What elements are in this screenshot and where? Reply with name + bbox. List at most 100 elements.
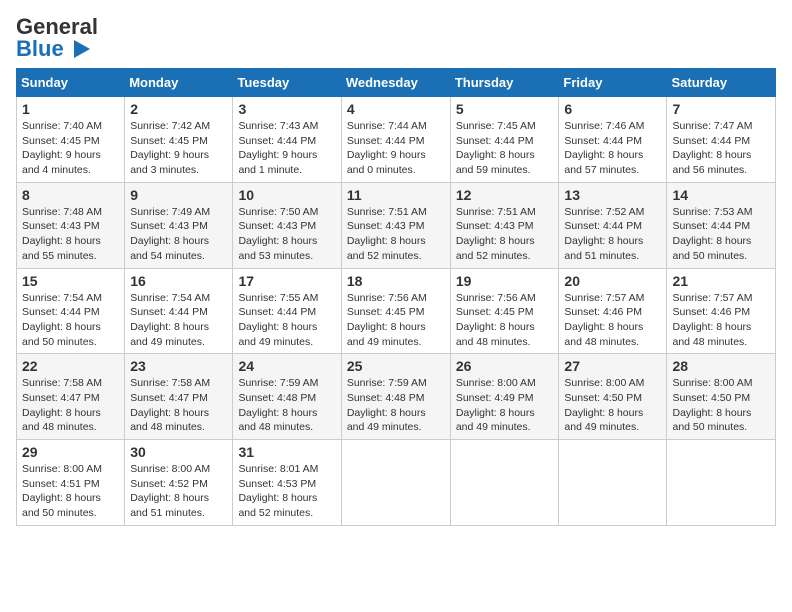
- day-info: Sunrise: 7:50 AMSunset: 4:43 PMDaylight:…: [238, 206, 318, 262]
- calendar-cell: 22 Sunrise: 7:58 AMSunset: 4:47 PMDaylig…: [17, 354, 125, 440]
- day-info: Sunrise: 7:58 AMSunset: 4:47 PMDaylight:…: [22, 377, 102, 433]
- day-info: Sunrise: 7:54 AMSunset: 4:44 PMDaylight:…: [130, 292, 210, 348]
- calendar-cell: 15 Sunrise: 7:54 AMSunset: 4:44 PMDaylig…: [17, 268, 125, 354]
- calendar-cell: 18 Sunrise: 7:56 AMSunset: 4:45 PMDaylig…: [341, 268, 450, 354]
- calendar-cell: 13 Sunrise: 7:52 AMSunset: 4:44 PMDaylig…: [559, 182, 667, 268]
- calendar-cell: 30 Sunrise: 8:00 AMSunset: 4:52 PMDaylig…: [125, 440, 233, 526]
- logo-arrow-icon: [64, 38, 92, 60]
- day-number: 28: [672, 358, 770, 374]
- day-info: Sunrise: 7:51 AMSunset: 4:43 PMDaylight:…: [456, 206, 536, 262]
- calendar-cell: 2 Sunrise: 7:42 AMSunset: 4:45 PMDayligh…: [125, 97, 233, 183]
- day-info: Sunrise: 7:49 AMSunset: 4:43 PMDaylight:…: [130, 206, 210, 262]
- day-info: Sunrise: 8:00 AMSunset: 4:52 PMDaylight:…: [130, 463, 210, 519]
- day-info: Sunrise: 7:42 AMSunset: 4:45 PMDaylight:…: [130, 120, 210, 176]
- day-number: 26: [456, 358, 554, 374]
- calendar-cell: 20 Sunrise: 7:57 AMSunset: 4:46 PMDaylig…: [559, 268, 667, 354]
- weekday-header: Friday: [559, 69, 667, 97]
- day-info: Sunrise: 7:52 AMSunset: 4:44 PMDaylight:…: [564, 206, 644, 262]
- weekday-header: Thursday: [450, 69, 559, 97]
- day-number: 16: [130, 273, 227, 289]
- calendar-cell: 5 Sunrise: 7:45 AMSunset: 4:44 PMDayligh…: [450, 97, 559, 183]
- day-number: 29: [22, 444, 119, 460]
- calendar-cell: 6 Sunrise: 7:46 AMSunset: 4:44 PMDayligh…: [559, 97, 667, 183]
- weekday-header: Saturday: [667, 69, 776, 97]
- day-info: Sunrise: 7:43 AMSunset: 4:44 PMDaylight:…: [238, 120, 318, 176]
- day-info: Sunrise: 8:00 AMSunset: 4:50 PMDaylight:…: [672, 377, 752, 433]
- day-number: 11: [347, 187, 445, 203]
- calendar-cell: 4 Sunrise: 7:44 AMSunset: 4:44 PMDayligh…: [341, 97, 450, 183]
- calendar-week-row: 29 Sunrise: 8:00 AMSunset: 4:51 PMDaylig…: [17, 440, 776, 526]
- calendar-week-row: 1 Sunrise: 7:40 AMSunset: 4:45 PMDayligh…: [17, 97, 776, 183]
- calendar-week-row: 8 Sunrise: 7:48 AMSunset: 4:43 PMDayligh…: [17, 182, 776, 268]
- calendar-cell: [559, 440, 667, 526]
- calendar-cell: 1 Sunrise: 7:40 AMSunset: 4:45 PMDayligh…: [17, 97, 125, 183]
- calendar-cell: 26 Sunrise: 8:00 AMSunset: 4:49 PMDaylig…: [450, 354, 559, 440]
- calendar-cell: 23 Sunrise: 7:58 AMSunset: 4:47 PMDaylig…: [125, 354, 233, 440]
- day-info: Sunrise: 8:00 AMSunset: 4:50 PMDaylight:…: [564, 377, 644, 433]
- day-number: 10: [238, 187, 335, 203]
- day-number: 4: [347, 101, 445, 117]
- calendar-cell: 25 Sunrise: 7:59 AMSunset: 4:48 PMDaylig…: [341, 354, 450, 440]
- day-info: Sunrise: 8:00 AMSunset: 4:51 PMDaylight:…: [22, 463, 102, 519]
- day-info: Sunrise: 7:51 AMSunset: 4:43 PMDaylight:…: [347, 206, 427, 262]
- calendar-cell: 17 Sunrise: 7:55 AMSunset: 4:44 PMDaylig…: [233, 268, 341, 354]
- day-info: Sunrise: 7:56 AMSunset: 4:45 PMDaylight:…: [347, 292, 427, 348]
- logo-general: General: [16, 16, 98, 38]
- logo-blue: Blue: [16, 38, 64, 60]
- calendar-cell: 29 Sunrise: 8:00 AMSunset: 4:51 PMDaylig…: [17, 440, 125, 526]
- day-info: Sunrise: 7:59 AMSunset: 4:48 PMDaylight:…: [347, 377, 427, 433]
- calendar-cell: 27 Sunrise: 8:00 AMSunset: 4:50 PMDaylig…: [559, 354, 667, 440]
- day-info: Sunrise: 7:57 AMSunset: 4:46 PMDaylight:…: [564, 292, 644, 348]
- day-number: 17: [238, 273, 335, 289]
- calendar-cell: 24 Sunrise: 7:59 AMSunset: 4:48 PMDaylig…: [233, 354, 341, 440]
- day-info: Sunrise: 8:00 AMSunset: 4:49 PMDaylight:…: [456, 377, 536, 433]
- calendar-cell: 12 Sunrise: 7:51 AMSunset: 4:43 PMDaylig…: [450, 182, 559, 268]
- calendar-cell: 28 Sunrise: 8:00 AMSunset: 4:50 PMDaylig…: [667, 354, 776, 440]
- calendar-cell: [667, 440, 776, 526]
- day-info: Sunrise: 7:45 AMSunset: 4:44 PMDaylight:…: [456, 120, 536, 176]
- day-number: 7: [672, 101, 770, 117]
- day-number: 13: [564, 187, 661, 203]
- calendar-cell: 16 Sunrise: 7:54 AMSunset: 4:44 PMDaylig…: [125, 268, 233, 354]
- day-number: 31: [238, 444, 335, 460]
- day-info: Sunrise: 7:58 AMSunset: 4:47 PMDaylight:…: [130, 377, 210, 433]
- day-number: 23: [130, 358, 227, 374]
- calendar-cell: 3 Sunrise: 7:43 AMSunset: 4:44 PMDayligh…: [233, 97, 341, 183]
- day-number: 21: [672, 273, 770, 289]
- day-number: 19: [456, 273, 554, 289]
- day-number: 20: [564, 273, 661, 289]
- day-number: 24: [238, 358, 335, 374]
- calendar-cell: 8 Sunrise: 7:48 AMSunset: 4:43 PMDayligh…: [17, 182, 125, 268]
- day-info: Sunrise: 7:56 AMSunset: 4:45 PMDaylight:…: [456, 292, 536, 348]
- day-number: 8: [22, 187, 119, 203]
- calendar-cell: 9 Sunrise: 7:49 AMSunset: 4:43 PMDayligh…: [125, 182, 233, 268]
- day-number: 9: [130, 187, 227, 203]
- day-number: 30: [130, 444, 227, 460]
- day-number: 15: [22, 273, 119, 289]
- calendar: SundayMondayTuesdayWednesdayThursdayFrid…: [16, 68, 776, 526]
- day-info: Sunrise: 7:48 AMSunset: 4:43 PMDaylight:…: [22, 206, 102, 262]
- calendar-cell: 31 Sunrise: 8:01 AMSunset: 4:53 PMDaylig…: [233, 440, 341, 526]
- day-info: Sunrise: 7:59 AMSunset: 4:48 PMDaylight:…: [238, 377, 318, 433]
- calendar-cell: 10 Sunrise: 7:50 AMSunset: 4:43 PMDaylig…: [233, 182, 341, 268]
- weekday-header: Tuesday: [233, 69, 341, 97]
- day-info: Sunrise: 7:54 AMSunset: 4:44 PMDaylight:…: [22, 292, 102, 348]
- day-number: 25: [347, 358, 445, 374]
- day-number: 14: [672, 187, 770, 203]
- day-number: 5: [456, 101, 554, 117]
- calendar-cell: 21 Sunrise: 7:57 AMSunset: 4:46 PMDaylig…: [667, 268, 776, 354]
- day-number: 27: [564, 358, 661, 374]
- day-number: 3: [238, 101, 335, 117]
- calendar-cell: 19 Sunrise: 7:56 AMSunset: 4:45 PMDaylig…: [450, 268, 559, 354]
- calendar-cell: 14 Sunrise: 7:53 AMSunset: 4:44 PMDaylig…: [667, 182, 776, 268]
- calendar-cell: 7 Sunrise: 7:47 AMSunset: 4:44 PMDayligh…: [667, 97, 776, 183]
- day-info: Sunrise: 8:01 AMSunset: 4:53 PMDaylight:…: [238, 463, 318, 519]
- weekday-header: Sunday: [17, 69, 125, 97]
- header: General Blue: [16, 16, 776, 60]
- day-info: Sunrise: 7:47 AMSunset: 4:44 PMDaylight:…: [672, 120, 752, 176]
- day-number: 12: [456, 187, 554, 203]
- day-info: Sunrise: 7:57 AMSunset: 4:46 PMDaylight:…: [672, 292, 752, 348]
- day-info: Sunrise: 7:46 AMSunset: 4:44 PMDaylight:…: [564, 120, 644, 176]
- day-number: 18: [347, 273, 445, 289]
- day-number: 1: [22, 101, 119, 117]
